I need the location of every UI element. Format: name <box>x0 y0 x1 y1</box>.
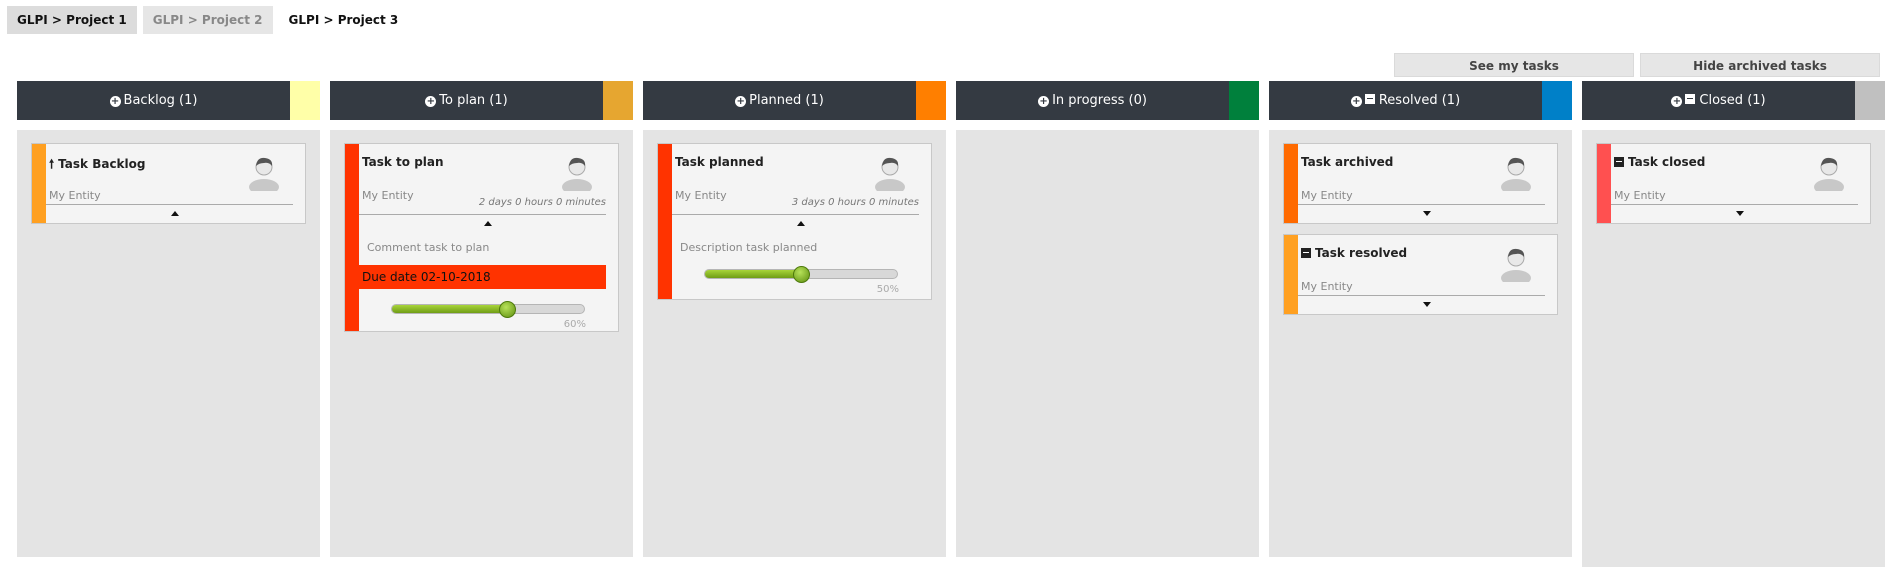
task-card-planned[interactable]: Task planned My Entity 3 days 0 hours 0 … <box>657 143 932 300</box>
progress-slider[interactable]: 60% <box>359 289 618 331</box>
column-body-closed: Task closed My Entity <box>1582 130 1885 567</box>
progress-percent: 50% <box>876 284 899 295</box>
triangle-down-icon <box>1735 211 1744 216</box>
column-header-in-progress[interactable]: + In progress (0) <box>956 81 1259 120</box>
card-expand-toggle[interactable] <box>672 215 931 233</box>
column-body-to-plan: Task to plan My Entity 2 days 0 hours 0 … <box>330 130 633 557</box>
column-to-plan: + To plan (1) Task to plan My Entity 2 da… <box>330 81 633 557</box>
user-avatar-icon <box>875 157 905 191</box>
column-body-planned: Task planned My Entity 3 days 0 hours 0 … <box>643 130 946 557</box>
column-color-block <box>603 81 633 120</box>
task-card-backlog[interactable]: 🠕 Task Backlog My Entity <box>31 143 306 224</box>
column-color-block <box>1229 81 1259 120</box>
triangle-up-icon <box>796 221 805 226</box>
archive-icon[interactable] <box>1685 94 1696 104</box>
archive-icon <box>1301 248 1311 258</box>
tab-project-2[interactable]: GLPI > Project 2 <box>142 6 273 34</box>
card-expand-toggle[interactable] <box>359 215 618 233</box>
column-title-closed: + Closed (1) <box>1582 81 1855 120</box>
user-avatar-icon <box>1814 157 1844 191</box>
column-label: To plan (1) <box>439 93 508 108</box>
arrow-up-icon: 🠕 <box>49 157 55 171</box>
card-color-strip <box>658 144 672 299</box>
add-icon[interactable]: + <box>735 96 747 107</box>
column-color-block <box>1855 81 1885 120</box>
card-color-strip <box>32 144 46 223</box>
card-description: Description task planned <box>680 241 818 254</box>
archive-icon <box>1614 157 1624 167</box>
user-avatar-icon <box>249 157 279 191</box>
card-color-strip <box>1284 235 1298 314</box>
task-card-to-plan[interactable]: Task to plan My Entity 2 days 0 hours 0 … <box>344 143 619 332</box>
card-expand-toggle[interactable] <box>1298 296 1557 314</box>
column-in-progress: + In progress (0) <box>956 81 1259 557</box>
column-label: Planned (1) <box>749 93 824 108</box>
card-expand-toggle[interactable] <box>1611 205 1870 223</box>
column-planned: + Planned (1) Task planned My Entity 3 da… <box>643 81 946 557</box>
column-title-resolved: + Resolved (1) <box>1269 81 1542 120</box>
column-color-block <box>916 81 946 120</box>
see-my-tasks-button[interactable]: See my tasks <box>1394 53 1634 77</box>
task-card-resolved[interactable]: Task resolved My Entity <box>1283 234 1558 315</box>
card-color-strip <box>1284 144 1298 223</box>
column-body-resolved: Task archived My Entity Task resolved My… <box>1269 130 1572 557</box>
user-avatar-icon <box>1501 157 1531 191</box>
column-label: Closed (1) <box>1699 93 1766 108</box>
column-label: Resolved (1) <box>1378 93 1461 108</box>
slider-track <box>391 301 585 318</box>
add-icon[interactable]: + <box>1671 96 1683 107</box>
archive-icon[interactable] <box>1364 94 1375 104</box>
card-color-strip <box>345 144 359 331</box>
column-label: Backlog (1) <box>123 93 198 108</box>
slider-fill <box>705 270 801 278</box>
column-header-backlog[interactable]: + Backlog (1) <box>17 81 320 120</box>
add-icon[interactable]: + <box>425 96 437 107</box>
column-header-planned[interactable]: + Planned (1) <box>643 81 946 120</box>
column-title-to-plan: + To plan (1) <box>330 81 603 120</box>
triangle-up-icon <box>170 211 179 216</box>
column-backlog: + Backlog (1) 🠕 Task Backlog My Entity <box>17 81 320 557</box>
hide-archived-tasks-button[interactable]: Hide archived tasks <box>1640 53 1880 77</box>
column-body-in-progress <box>956 130 1259 557</box>
column-header-resolved[interactable]: + Resolved (1) <box>1269 81 1572 120</box>
card-title-text: Task closed <box>1628 155 1706 169</box>
column-color-block <box>290 81 320 120</box>
project-tabs: GLPI > Project 1 GLPI > Project 2 GLPI >… <box>7 6 409 34</box>
task-card-closed[interactable]: Task closed My Entity <box>1596 143 1871 224</box>
column-title-planned: + Planned (1) <box>643 81 916 120</box>
task-card-archived[interactable]: Task archived My Entity <box>1283 143 1558 224</box>
column-header-closed[interactable]: + Closed (1) <box>1582 81 1885 120</box>
add-icon[interactable]: + <box>1350 96 1362 107</box>
card-title-text: Task resolved <box>1315 246 1408 260</box>
card-expand-toggle[interactable] <box>46 205 305 223</box>
slider-knob[interactable] <box>499 301 517 318</box>
progress-percent: 60% <box>563 319 586 330</box>
card-due-date: Due date 02-10-2018 <box>359 265 606 289</box>
column-label: In progress (0) <box>1052 93 1147 108</box>
column-title-in-progress: + In progress (0) <box>956 81 1229 120</box>
column-resolved: + Resolved (1) Task archived My Entity Ta… <box>1269 81 1572 557</box>
tab-project-1[interactable]: GLPI > Project 1 <box>7 6 137 34</box>
tab-project-3[interactable]: GLPI > Project 3 <box>278 6 409 34</box>
add-icon[interactable]: + <box>1038 96 1050 107</box>
card-expand-toggle[interactable] <box>1298 205 1557 223</box>
triangle-up-icon <box>483 221 492 226</box>
add-icon[interactable]: + <box>109 96 121 107</box>
triangle-down-icon <box>1422 211 1431 216</box>
column-closed: + Closed (1) Task closed My Entity <box>1582 81 1885 567</box>
user-avatar-icon <box>562 157 592 191</box>
user-avatar-icon <box>1501 248 1531 282</box>
card-description: Comment task to plan <box>367 241 490 254</box>
card-color-strip <box>1597 144 1611 223</box>
column-header-to-plan[interactable]: + To plan (1) <box>330 81 633 120</box>
slider-knob[interactable] <box>793 266 810 283</box>
slider-fill <box>392 305 508 313</box>
triangle-down-icon <box>1422 302 1431 307</box>
slider-track <box>704 266 898 283</box>
card-title-text: Task Backlog <box>58 157 146 171</box>
column-title-backlog: + Backlog (1) <box>17 81 290 120</box>
column-body-backlog: 🠕 Task Backlog My Entity <box>17 130 320 557</box>
column-color-block <box>1542 81 1572 120</box>
progress-slider[interactable]: 50% <box>672 265 931 299</box>
